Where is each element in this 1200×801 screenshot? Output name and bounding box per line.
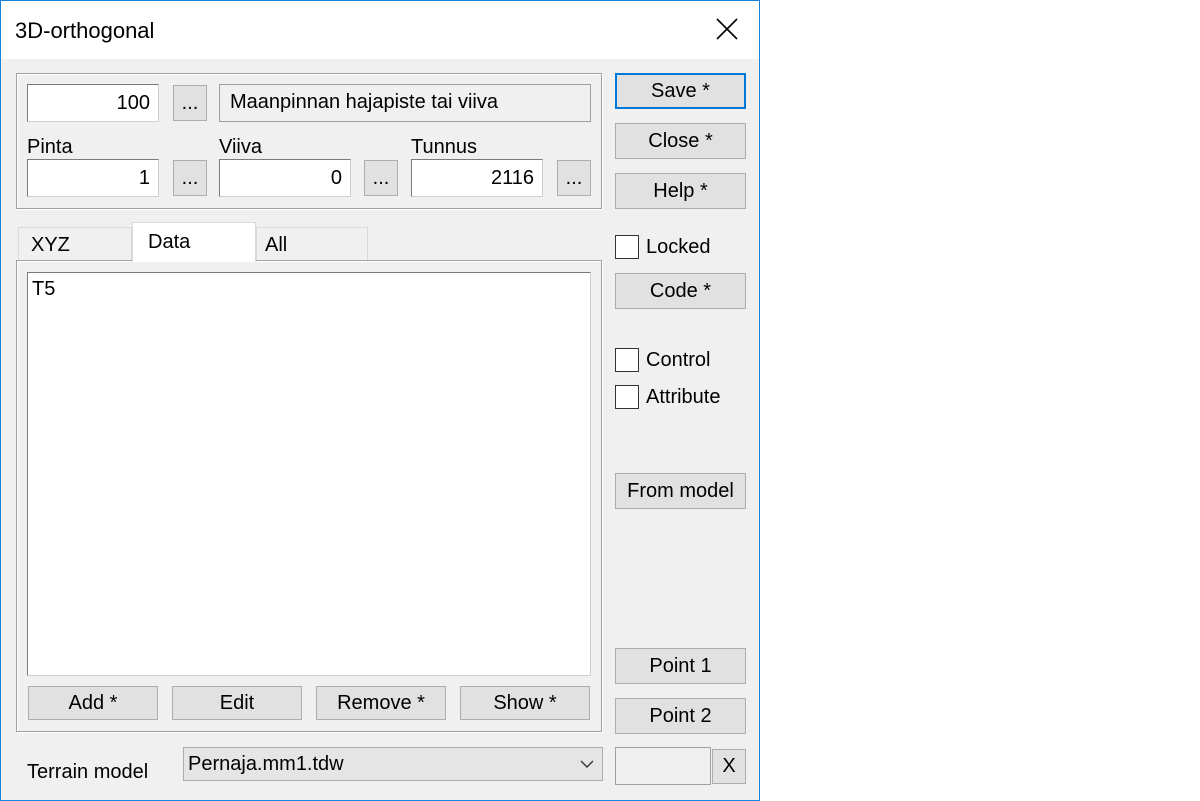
tab-data[interactable]: Data [132,222,256,262]
edit-button[interactable]: Edit [172,686,302,720]
close-icon [716,18,738,40]
terrain-model-value: Pernaja.mm1.tdw [188,753,344,775]
pinta-browse-button[interactable]: ... [173,160,207,196]
control-label: Control [646,349,711,371]
data-tab-panel: T5 Add * Edit Remove * Show * [16,260,602,732]
show-button[interactable]: Show * [460,686,590,720]
close-window-button[interactable] [707,9,747,49]
code-button[interactable]: Code * [615,273,746,309]
point1-button[interactable]: Point 1 [615,648,746,684]
pinta-field[interactable]: 1 [27,159,159,197]
dialog-window: 3D-orthogonal 100 ... Maanpinnan hajapis… [0,0,760,801]
pinta-label: Pinta [27,136,73,158]
tab-all[interactable]: All [256,227,368,261]
viiva-label: Viiva [219,136,262,158]
close-button[interactable]: Close * [615,123,746,159]
attribute-label: Attribute [646,386,721,408]
tunnus-browse-button[interactable]: ... [557,160,591,196]
point2-button[interactable]: Point 2 [615,698,746,734]
remove-button[interactable]: Remove * [316,686,446,720]
tab-xyz[interactable]: XYZ [18,227,132,261]
window-title: 3D-orthogonal [15,18,155,43]
attribute-checkbox[interactable] [615,385,639,409]
from-model-button[interactable]: From model [615,473,746,509]
add-button[interactable]: Add * [28,686,158,720]
clear-button[interactable]: X [712,749,746,784]
code-description-field: Maanpinnan hajapiste tai viiva [219,84,591,122]
save-button[interactable]: Save * [615,73,746,109]
help-button[interactable]: Help * [615,173,746,209]
tunnus-label: Tunnus [411,136,477,158]
chevron-down-icon [580,760,594,768]
locked-checkbox[interactable] [615,235,639,259]
list-item[interactable]: T5 [32,278,586,301]
code-browse-button[interactable]: ... [173,85,207,121]
viiva-browse-button[interactable]: ... [364,160,398,196]
title-bar: 3D-orthogonal [1,1,759,59]
locked-label: Locked [646,236,711,258]
data-listbox[interactable]: T5 [27,272,591,676]
code-number-field[interactable]: 100 [27,84,159,122]
tunnus-field[interactable]: 2116 [411,159,543,197]
terrain-extra-field[interactable] [615,747,711,785]
code-group: 100 ... Maanpinnan hajapiste tai viiva P… [16,73,602,209]
terrain-model-select[interactable]: Pernaja.mm1.tdw [183,747,603,781]
viiva-field[interactable]: 0 [219,159,351,197]
control-checkbox[interactable] [615,348,639,372]
terrain-model-label: Terrain model [27,761,149,783]
